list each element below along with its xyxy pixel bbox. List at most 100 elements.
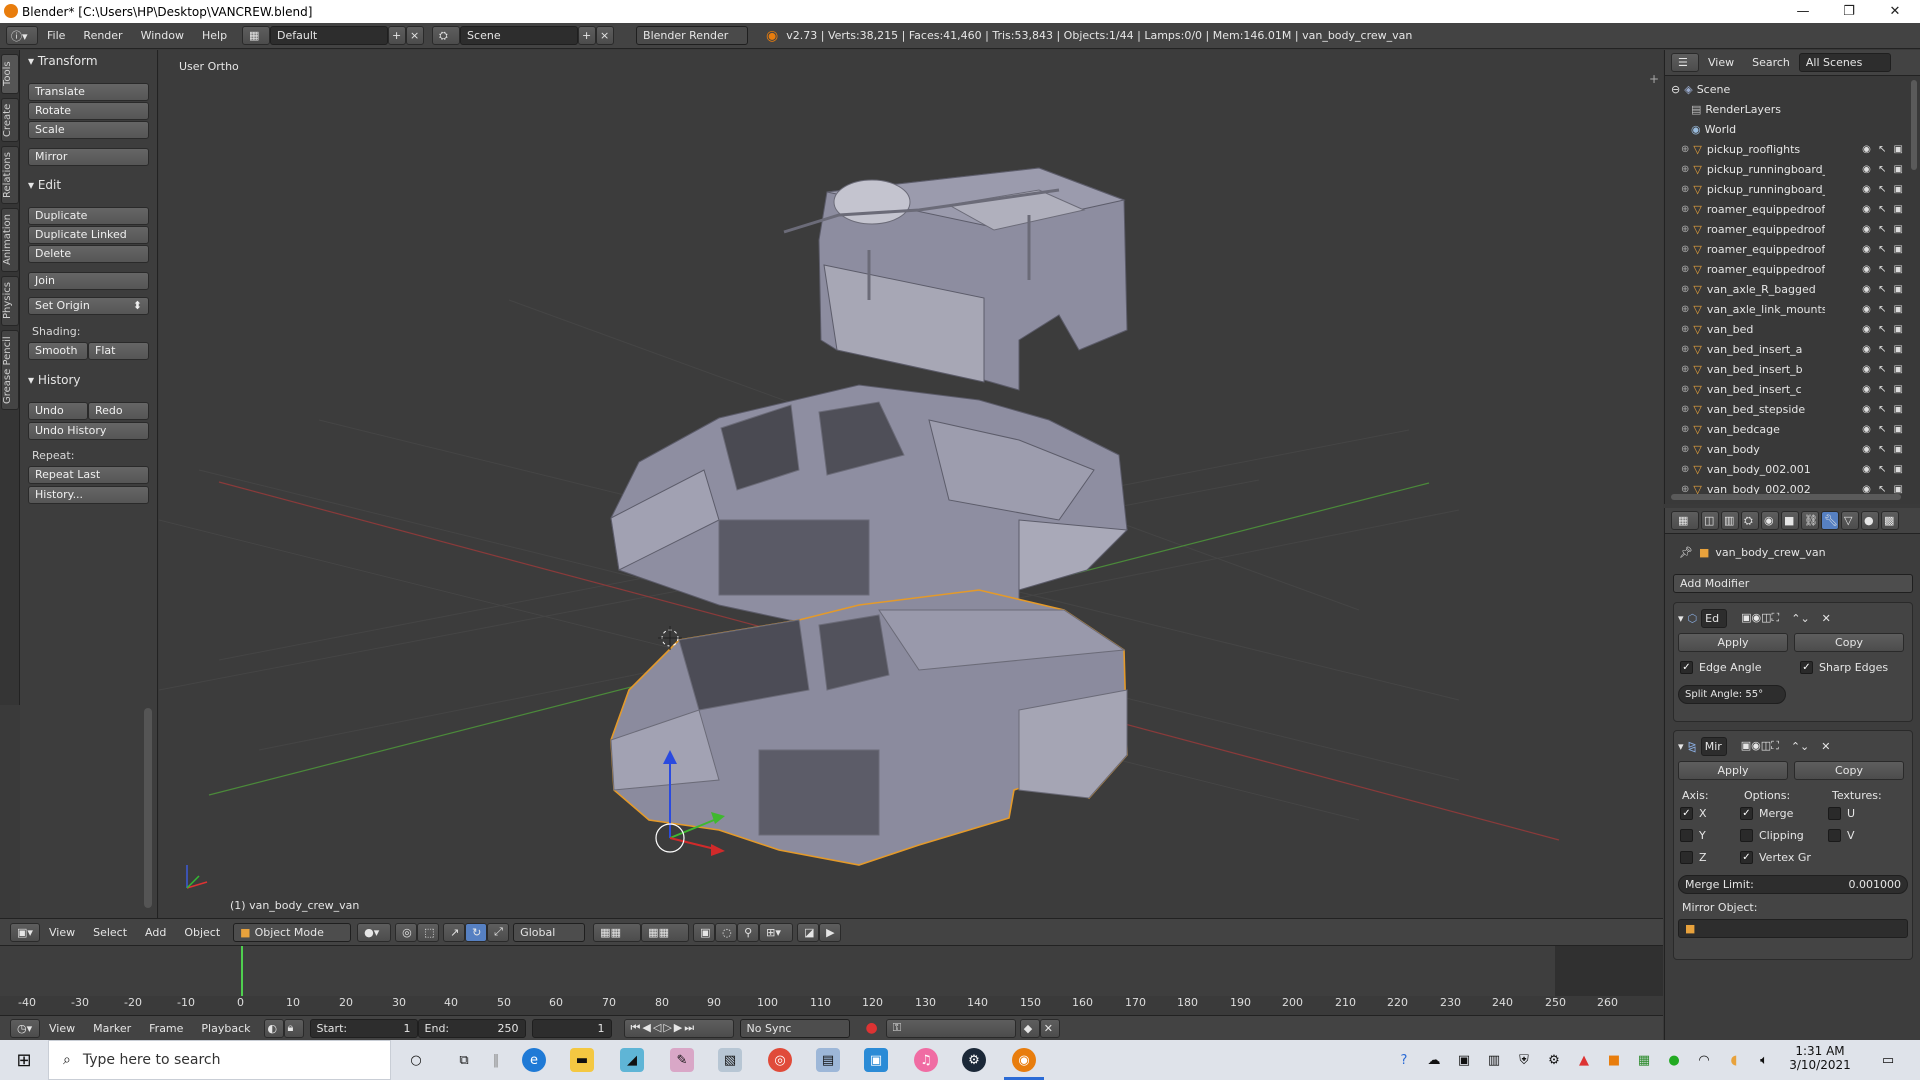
render-tab-icon[interactable]: ◫ — [1701, 511, 1719, 530]
duplicate-linked-button[interactable]: Duplicate Linked — [28, 226, 149, 244]
expand-icon[interactable]: ⊕ — [1681, 324, 1689, 335]
tray-icon-5[interactable]: ▦ — [1632, 1048, 1656, 1072]
volume-icon[interactable]: 🔈︎ — [1752, 1048, 1776, 1072]
file-explorer-icon[interactable]: ▬ — [570, 1048, 594, 1072]
visibility-select-render-icons[interactable]: ◉ ↖ ▣ — [1862, 344, 1905, 355]
sync-mode-selector[interactable]: No Sync — [739, 1018, 850, 1038]
outliner-editor-icon[interactable]: ☰ — [1671, 53, 1699, 72]
expand-icon[interactable]: ⊕ — [1681, 224, 1689, 235]
timeline-area[interactable]: -40 -30 -20 -10 0 10 20 30 40 50 60 70 8… — [0, 945, 1663, 1026]
menu-file[interactable]: File — [38, 29, 74, 42]
sharp-edges-option[interactable]: ✓ Sharp Edges — [1800, 661, 1888, 674]
timeline-editor-icon[interactable]: ◷▾ — [10, 1018, 40, 1038]
maximize-button[interactable]: ❐ — [1826, 0, 1872, 23]
tray-icon-4[interactable]: ■ — [1602, 1048, 1626, 1072]
remove-modifier-icon[interactable]: ✕ — [1822, 612, 1831, 625]
visibility-select-render-icons[interactable]: ◉ ↖ ▣ — [1862, 444, 1905, 455]
outliner-row-object[interactable]: ⊕ ▽ van_bed ◉ ↖ ▣ — [1665, 319, 1905, 339]
history-panel-header[interactable]: ▾ History — [28, 373, 81, 387]
expand-icon[interactable]: ⊕ — [1681, 184, 1689, 195]
expand-icon[interactable]: ⊕ — [1681, 244, 1689, 255]
material-tab-icon[interactable]: ● — [1861, 511, 1879, 530]
expand-icon[interactable]: ⊕ — [1681, 464, 1689, 475]
menu-marker[interactable]: Marker — [84, 1022, 140, 1035]
visibility-select-render-icons[interactable]: ◉ ↖ ▣ — [1862, 244, 1905, 255]
menu-render[interactable]: Render — [74, 29, 131, 42]
layers-right-icon[interactable]: ▦▦ — [641, 922, 690, 942]
modifier-visibility-icons[interactable]: ▣◉◫⛶ — [1741, 611, 1779, 625]
app-icon-4[interactable]: ▤ — [816, 1048, 840, 1072]
outliner-row-object[interactable]: ⊕ ▽ van_bed_insert_a ◉ ↖ ▣ — [1665, 339, 1905, 359]
texture-v-checkbox[interactable] — [1828, 829, 1841, 842]
outliner-row-object[interactable]: ⊕ ▽ van_bed_insert_b ◉ ↖ ▣ — [1665, 359, 1905, 379]
cortana-icon[interactable]: ○ — [404, 1048, 428, 1072]
timeline-track[interactable] — [0, 946, 1663, 996]
end-frame-field[interactable]: End: 250 — [417, 1018, 526, 1038]
outliner-row-object[interactable]: ⊕ ▽ roamer_equippedroofrac ◉ ↖ ▣ — [1665, 259, 1905, 279]
scale-manipulator-icon[interactable]: ⤢ — [487, 922, 510, 942]
expand-icon[interactable]: ⊕ — [1681, 204, 1689, 215]
duplicate-button[interactable]: Duplicate — [28, 207, 149, 225]
outliner-row-object[interactable]: ⊕ ▽ pickup_runningboard_L ◉ ↖ ▣ — [1665, 159, 1905, 179]
scene-remove-icon[interactable]: × — [596, 26, 615, 45]
smooth-button[interactable]: Smooth — [28, 342, 88, 360]
axis-y-option[interactable]: Y — [1680, 829, 1706, 842]
transform-panel-header[interactable]: ▾ Transform — [28, 54, 98, 68]
expand-icon[interactable]: ⊕ — [1681, 164, 1689, 175]
apply-button[interactable]: Apply — [1678, 633, 1788, 652]
expand-icon[interactable]: ⊕ — [1681, 284, 1689, 295]
layout-add-icon[interactable]: + — [388, 26, 407, 45]
apply-button[interactable]: Apply — [1678, 761, 1788, 780]
tab-physics[interactable]: Physics — [1, 276, 19, 326]
editor-type-icon[interactable]: ⓘ▾ — [6, 26, 38, 45]
texture-u-checkbox[interactable] — [1828, 807, 1841, 820]
edge-angle-checkbox[interactable]: ✓ — [1680, 661, 1693, 674]
outliner-display-mode[interactable]: All Scenes — [1798, 53, 1891, 72]
transform-orientation-selector[interactable]: Global — [513, 922, 586, 942]
visibility-select-render-icons[interactable]: ◉ ↖ ▣ — [1862, 284, 1905, 295]
translate-button[interactable]: Translate — [28, 83, 149, 101]
tab-animation[interactable]: Animation — [1, 208, 19, 272]
wifi-icon[interactable]: ◠ — [1692, 1048, 1716, 1072]
data-tab-icon[interactable]: ▽ — [1841, 511, 1859, 530]
visibility-select-render-icons[interactable]: ◉ ↖ ▣ — [1862, 304, 1905, 315]
tray-icon-3[interactable]: ▲ — [1572, 1048, 1596, 1072]
pin-icon[interactable]: 📌︎ — [1679, 546, 1693, 559]
menu-frame[interactable]: Frame — [140, 1022, 192, 1035]
modifier-move-icons[interactable]: ⌃⌄ — [1791, 740, 1809, 753]
snap-element-icon[interactable]: ⊞▾ — [759, 922, 794, 942]
add-modifier-dropdown[interactable]: Add Modifier — [1673, 574, 1913, 593]
clipping-checkbox[interactable] — [1740, 829, 1753, 842]
set-origin-dropdown[interactable]: Set Origin ⬍ — [28, 297, 149, 315]
security-tray-icon[interactable]: ⛨ — [1512, 1048, 1536, 1072]
menu-playback[interactable]: Playback — [192, 1022, 259, 1035]
tab-relations[interactable]: Relations — [1, 146, 19, 204]
visibility-select-render-icons[interactable]: ◉ ↖ ▣ — [1862, 424, 1905, 435]
tray-icon-1[interactable]: ▣ — [1452, 1048, 1476, 1072]
render-engine-selector[interactable]: Blender Render — [636, 26, 749, 45]
pickup-bed-model[interactable] — [783, 167, 1128, 391]
app-icon-5[interactable]: ▣ — [864, 1048, 888, 1072]
merge-limit-field[interactable]: Merge Limit: 0.001000 — [1678, 875, 1908, 894]
texture-u-option[interactable]: U — [1828, 807, 1855, 820]
scene-canvas[interactable] — [159, 50, 1663, 918]
menu-object[interactable]: Object — [175, 926, 229, 939]
visibility-select-render-icons[interactable]: ◉ ↖ ▣ — [1862, 364, 1905, 375]
history-button[interactable]: History... — [28, 486, 149, 504]
copy-button[interactable]: Copy — [1794, 633, 1904, 652]
expand-icon[interactable]: ⊕ — [1681, 144, 1689, 155]
menu-select[interactable]: Select — [84, 926, 136, 939]
viewport-shading-icon[interactable]: ●▾ — [357, 922, 392, 942]
collapse-icon[interactable]: ▾ — [1678, 740, 1684, 753]
outliner-row-object[interactable]: ⊕ ▽ pickup_rooflights ◉ ↖ ▣ — [1665, 139, 1905, 159]
visibility-select-render-icons[interactable]: ◉ ↖ ▣ — [1862, 384, 1905, 395]
insert-keyframe-icon[interactable]: ◆ — [1019, 1018, 1040, 1038]
axis-y-checkbox[interactable] — [1680, 829, 1693, 842]
merge-option[interactable]: ✓ Merge — [1740, 807, 1793, 820]
proportional-edit-icon[interactable]: ◌ — [715, 922, 738, 942]
mirror-button[interactable]: Mirror — [28, 148, 149, 166]
expand-icon[interactable]: ⊕ — [1681, 404, 1689, 415]
remove-modifier-icon[interactable]: ✕ — [1821, 740, 1830, 753]
undo-button[interactable]: Undo — [28, 402, 88, 420]
expand-icon[interactable]: ⊕ — [1681, 364, 1689, 375]
